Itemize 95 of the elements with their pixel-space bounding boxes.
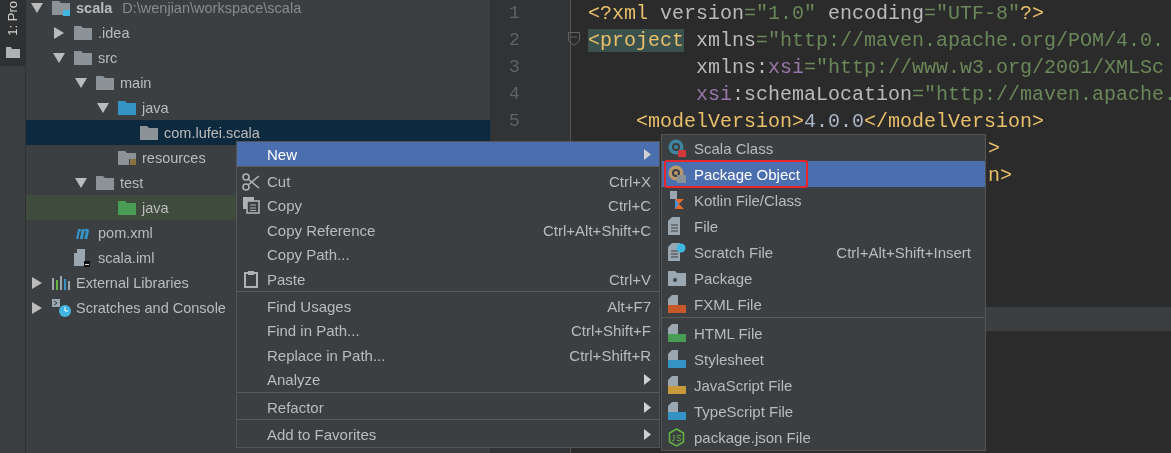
file-type-icon: [668, 376, 686, 394]
submenu-arrow-icon: [644, 429, 651, 440]
folder-icon: [118, 99, 136, 116]
fold-marker-icon[interactable]: [568, 32, 580, 46]
scratch-file-icon: [668, 243, 686, 261]
menu-item[interactable]: Package: [662, 265, 985, 291]
menu-item[interactable]: Copy Path...: [237, 242, 659, 267]
collapsed-arrow-icon[interactable]: [32, 301, 42, 314]
menu-item[interactable]: Refactor: [237, 394, 659, 421]
menu-item[interactable]: Scala Class: [662, 135, 985, 161]
tree-item-label[interactable]: java: [142, 99, 169, 116]
menu-item[interactable]: Add to Favorites: [237, 422, 659, 447]
tree-item-label[interactable]: scala: [76, 0, 113, 16]
tree-item-label[interactable]: test: [120, 174, 144, 191]
tree-item-label[interactable]: pom.xml: [98, 224, 153, 241]
menu-item[interactable]: Find in Path... Ctrl+Shift+F: [237, 318, 659, 344]
annotation-frame: Package Object: [664, 160, 808, 188]
menu-item[interactable]: Paste Ctrl+V: [237, 266, 659, 293]
tree-item-label[interactable]: java: [142, 199, 169, 216]
code-line: <project xmlns="http://maven.apache.org/POM/4.0.: [588, 29, 1165, 52]
folder-icon: [668, 270, 686, 286]
folder-icon[interactable]: [5, 46, 20, 58]
folder-icon: [74, 49, 92, 66]
folder-icon: [118, 199, 136, 216]
menu-item[interactable]: Copy Ctrl+C: [237, 193, 659, 219]
scissors-icon: [242, 172, 260, 191]
shortcut-label: Ctrl+C: [608, 197, 651, 215]
shortcut-label: Ctrl+Alt+Shift+C: [543, 221, 651, 239]
tree-item-label[interactable]: .idea: [98, 24, 130, 41]
menu-item[interactable]: JavaScript File: [662, 372, 985, 398]
shortcut-label: Ctrl+X: [608, 173, 651, 191]
submenu-arrow-icon: [644, 148, 651, 160]
shortcut-label: Ctrl+V: [608, 270, 651, 288]
menu-item[interactable]: Analyze: [237, 367, 659, 393]
code-fragment: n>: [988, 164, 1012, 187]
resources-folder-icon: [118, 149, 136, 166]
tree-item-label[interactable]: com.lufei.scala: [164, 124, 260, 141]
tree-item-label[interactable]: src: [98, 49, 118, 66]
file-type-icon: [668, 324, 686, 342]
menu-item[interactable]: Find Usages Alt+F7: [237, 294, 659, 319]
expanded-arrow-icon[interactable]: [97, 102, 109, 113]
menu-item[interactable]: package.json File: [662, 424, 985, 450]
expanded-arrow-icon[interactable]: [31, 2, 43, 13]
shortcut-label: Alt+F7: [607, 298, 651, 316]
scratches-icon: [52, 298, 72, 317]
copy-icon: [242, 197, 260, 215]
menu-item[interactable]: New: [237, 142, 659, 168]
tree-item-label[interactable]: main: [120, 74, 152, 91]
menu-item[interactable]: FXML File: [662, 291, 985, 318]
module-file-icon: [74, 248, 90, 267]
file-type-icon: [668, 295, 686, 313]
clipboard-icon: [244, 270, 258, 288]
folder-icon: [96, 174, 114, 191]
menu-item[interactable]: Scratch File Ctrl+Alt+Shift+Insert: [662, 239, 985, 265]
submenu-arrow-icon: [644, 374, 651, 386]
code-line: xmlns:xsi="http://www.w3.org/2001/XMLSc: [695, 56, 1165, 79]
shortcut-label: Ctrl+Shift+R: [569, 346, 651, 364]
tree-item-label[interactable]: External Libraries: [76, 274, 189, 291]
folder-icon: [74, 24, 92, 41]
code-fragment: >: [988, 137, 1000, 160]
expanded-arrow-icon[interactable]: [75, 177, 87, 188]
file-type-icon: [668, 402, 686, 420]
scala-class-icon: [668, 139, 686, 157]
expanded-arrow-icon[interactable]: [75, 77, 87, 88]
menu-item[interactable]: Stylesheet: [662, 346, 985, 372]
tree-item-label[interactable]: resources: [142, 149, 206, 166]
libraries-icon: [52, 275, 70, 290]
node-hexagon-icon: [668, 427, 685, 447]
menu-item[interactable]: Kotlin File/Class: [662, 187, 985, 213]
menu-item[interactable]: File: [662, 213, 985, 239]
expanded-arrow-icon[interactable]: [53, 52, 65, 63]
tree-item-label[interactable]: Scratches and Console: [76, 299, 226, 316]
code-line: <modelVersion>4.0.0</modelVersion>: [635, 110, 1045, 133]
folder-icon: [96, 74, 114, 91]
collapsed-arrow-icon[interactable]: [54, 26, 64, 39]
kotlin-file-icon: [668, 191, 684, 209]
shortcut-label: Ctrl+Alt+Shift+Insert: [836, 243, 971, 261]
package-object-icon: [668, 165, 686, 183]
collapsed-arrow-icon[interactable]: [32, 276, 42, 289]
menu-item[interactable]: Copy Reference Ctrl+Alt+Shift+C: [237, 218, 659, 243]
shortcut-label: Ctrl+Shift+F: [570, 322, 651, 340]
tree-row-highlight[interactable]: com.lufei.scala: [26, 120, 490, 145]
menu-item[interactable]: Replace in Path... Ctrl+Shift+R: [237, 343, 659, 368]
file-type-icon: [668, 350, 686, 368]
project-path: D:\wenjian\workspace\scala: [122, 0, 302, 16]
menu-item[interactable]: Cut Ctrl+X: [237, 169, 659, 194]
menu-item[interactable]: Package Object: [662, 161, 985, 187]
code-line: <?xml version="1.0" encoding="UTF-8"?>: [588, 2, 1045, 25]
tree-item-label[interactable]: scala.iml: [98, 249, 155, 266]
code-line: xsi:schemaLocation="http://maven.apache.: [695, 83, 1171, 106]
menu-item[interactable]: TypeScript File: [662, 398, 985, 424]
folder-icon: [140, 124, 158, 141]
folder-icon: [52, 0, 70, 16]
menu-item[interactable]: HTML File: [662, 320, 985, 346]
submenu-arrow-icon: [644, 401, 651, 413]
